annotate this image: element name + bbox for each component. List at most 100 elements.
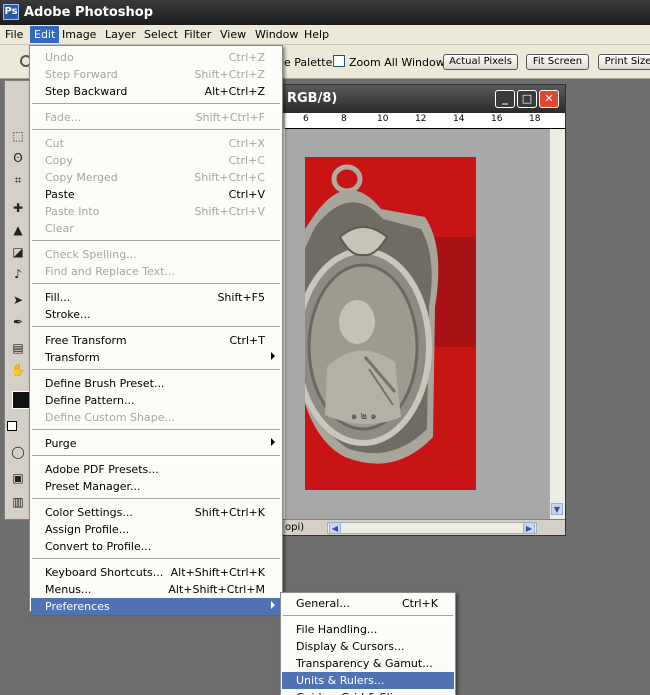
- amulet-photo: ๑ ๒ ๑: [305, 157, 476, 490]
- menu-item-find-and-replace-text[interactable]: Find and Replace Text...: [31, 263, 281, 280]
- print-size-button[interactable]: Print Size: [598, 54, 650, 70]
- menu-item-step-backward[interactable]: Step Backward Alt+Ctrl+Z: [31, 83, 281, 100]
- amulet-image-icon: ๑ ๒ ๑: [305, 157, 476, 490]
- menu-item-define-custom-shape[interactable]: Define Custom Shape...: [31, 409, 281, 426]
- menu-item-undo[interactable]: Undo Ctrl+Z: [31, 49, 281, 66]
- healing-brush-icon[interactable]: ✚: [10, 201, 26, 215]
- menu-bar: File Edit Image Layer Select Filter View…: [0, 25, 650, 45]
- menu-item-define-brush-preset[interactable]: Define Brush Preset...: [31, 375, 281, 392]
- menu-item-fill[interactable]: Fill... Shift+F5: [31, 289, 281, 306]
- svg-text:๑ ๒ ๑: ๑ ๒ ๑: [351, 411, 377, 422]
- menu-separator: [32, 369, 280, 371]
- edit-menu: Undo Ctrl+Z Step Forward Shift+Ctrl+Z Step B…: [29, 45, 283, 615]
- menu-item-label: Stroke...: [45, 308, 91, 321]
- menu-item-color-settings[interactable]: Color Settings... Shift+Ctrl+K: [31, 504, 281, 521]
- ruler-number: 8: [341, 114, 347, 124]
- horizontal-ruler: 6 8 10 12 14 16 18: [285, 113, 565, 129]
- fit-screen-button[interactable]: Fit Screen: [526, 54, 589, 70]
- menu-select[interactable]: Select: [144, 28, 178, 41]
- menu-item-label: Cut: [45, 137, 64, 150]
- horizontal-scrollbar[interactable]: ◀ ▶: [327, 522, 537, 534]
- menu-separator: [32, 326, 280, 328]
- menu-item-define-pattern[interactable]: Define Pattern...: [31, 392, 281, 409]
- resize-palettes-label: e Palettes: [284, 56, 339, 69]
- menu-item-preset-manager[interactable]: Preset Manager...: [31, 478, 281, 495]
- menu-item-paste[interactable]: Paste Ctrl+V: [31, 186, 281, 203]
- document-title-bar[interactable]: RGB/8) _ □ ✕: [265, 85, 565, 113]
- menu-help[interactable]: Help: [304, 28, 329, 41]
- screen-mode-icon[interactable]: ▣: [10, 471, 26, 485]
- menu-item-units-rulers[interactable]: Units & Rulers...: [282, 672, 454, 689]
- pen-tool-icon[interactable]: ✒: [10, 315, 26, 329]
- scroll-down-icon[interactable]: ▼: [551, 503, 563, 515]
- menu-item-guides-grid-slices[interactable]: Guides, Grid & Slices...: [282, 689, 454, 695]
- scroll-left-icon[interactable]: ◀: [329, 522, 341, 534]
- ruler-number: 6: [303, 114, 309, 124]
- menu-separator: [32, 498, 280, 500]
- marquee-tool-icon[interactable]: ⬚: [10, 129, 26, 143]
- menu-item-step-forward[interactable]: Step Forward Shift+Ctrl+Z: [31, 66, 281, 83]
- menu-item-paste-into[interactable]: Paste Into Shift+Ctrl+V: [31, 203, 281, 220]
- quick-mask-icon[interactable]: ◯: [10, 445, 26, 459]
- default-colors-icon[interactable]: [7, 421, 17, 431]
- menu-item-label: Undo: [45, 51, 74, 64]
- menu-item-preferences[interactable]: Preferences: [31, 598, 281, 615]
- menu-item-transparency-gamut[interactable]: Transparency & Gamut...: [282, 655, 454, 672]
- path-select-tool-icon[interactable]: ➤: [10, 293, 26, 307]
- menu-item-label: Assign Profile...: [45, 523, 130, 536]
- stamp-tool-icon[interactable]: ▲: [10, 223, 26, 237]
- menu-edit[interactable]: Edit: [30, 26, 60, 43]
- menu-item-clear[interactable]: Clear: [31, 220, 281, 237]
- menu-item-label: Preset Manager...: [45, 480, 141, 493]
- menu-filter[interactable]: Filter: [184, 28, 211, 41]
- menu-item-menus[interactable]: Menus... Alt+Shift+Ctrl+M: [31, 581, 281, 598]
- menu-item-general[interactable]: General... Ctrl+K: [282, 595, 454, 612]
- actual-pixels-button[interactable]: Actual Pixels: [443, 54, 518, 70]
- zoom-all-windows-checkbox[interactable]: [333, 55, 345, 67]
- menu-item-fade[interactable]: Fade... Shift+Ctrl+F: [31, 109, 281, 126]
- document-title: RGB/8): [287, 91, 338, 106]
- photoshop-logo-icon: Ps: [3, 4, 19, 20]
- notes-tool-icon[interactable]: ▤: [10, 341, 26, 355]
- menu-item-transform[interactable]: Transform: [31, 349, 281, 366]
- eraser-tool-icon[interactable]: ◪: [10, 245, 26, 259]
- menu-item-convert-to-profile[interactable]: Convert to Profile...: [31, 538, 281, 555]
- menu-item-file-handling[interactable]: File Handling...: [282, 621, 454, 638]
- menu-file[interactable]: File: [5, 28, 23, 41]
- menu-item-free-transform[interactable]: Free Transform Ctrl+T: [31, 332, 281, 349]
- menu-item-copy[interactable]: Copy Ctrl+C: [31, 152, 281, 169]
- menu-separator: [32, 455, 280, 457]
- menu-item-label: Clear: [45, 222, 74, 235]
- menu-item-cut[interactable]: Cut Ctrl+X: [31, 135, 281, 152]
- hand-tool-icon[interactable]: ✋: [10, 363, 26, 377]
- menu-item-check-spelling[interactable]: Check Spelling...: [31, 246, 281, 263]
- menu-item-label: Copy: [45, 154, 73, 167]
- lasso-tool-icon[interactable]: ʘ: [10, 151, 26, 165]
- minimize-button[interactable]: _: [495, 90, 515, 108]
- crop-tool-icon[interactable]: ⌗: [10, 173, 26, 187]
- menu-item-stroke[interactable]: Stroke...: [31, 306, 281, 323]
- menu-window[interactable]: Window: [255, 28, 298, 41]
- menu-separator: [32, 283, 280, 285]
- smudge-tool-icon[interactable]: ♪: [10, 267, 26, 281]
- vertical-scrollbar[interactable]: ▼: [549, 129, 565, 519]
- menu-item-keyboard-shortcuts[interactable]: Keyboard Shortcuts... Alt+Shift+Ctrl+K: [31, 564, 281, 581]
- menu-image[interactable]: Image: [62, 28, 96, 41]
- menu-item-shortcut: Ctrl+X: [228, 137, 265, 150]
- menu-layer[interactable]: Layer: [105, 28, 136, 41]
- maximize-button[interactable]: □: [517, 90, 537, 108]
- foreground-color-swatch[interactable]: [12, 391, 30, 409]
- close-button[interactable]: ✕: [539, 90, 559, 108]
- menu-item-shortcut: Alt+Shift+Ctrl+K: [170, 566, 265, 579]
- menu-item-display-cursors[interactable]: Display & Cursors...: [282, 638, 454, 655]
- scroll-right-icon[interactable]: ▶: [523, 522, 535, 534]
- menu-item-label: Paste Into: [45, 205, 100, 218]
- canvas-area[interactable]: ๑ ๒ ๑: [285, 129, 549, 519]
- menu-item-adobe-pdf-presets[interactable]: Adobe PDF Presets...: [31, 461, 281, 478]
- menu-item-purge[interactable]: Purge: [31, 435, 281, 452]
- jump-to-imageready-icon[interactable]: ▥: [10, 495, 26, 509]
- menu-item-assign-profile[interactable]: Assign Profile...: [31, 521, 281, 538]
- menu-view[interactable]: View: [220, 28, 246, 41]
- menu-item-label: Convert to Profile...: [45, 540, 152, 553]
- menu-item-copy-merged[interactable]: Copy Merged Shift+Ctrl+C: [31, 169, 281, 186]
